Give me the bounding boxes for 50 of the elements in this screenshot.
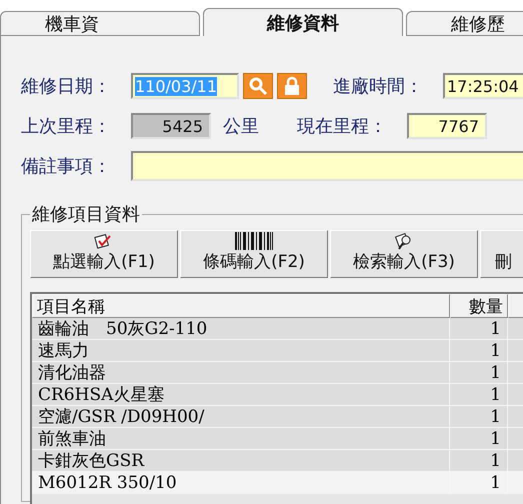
last-mileage-label: 上次里程：	[21, 115, 112, 138]
item-name-cell: M6012R 350/10	[32, 472, 450, 493]
quantity-cell: 1	[450, 318, 508, 339]
entry-time-label: 進廠時間：	[333, 75, 424, 98]
table-row[interactable]: 清化油器 1	[32, 362, 523, 384]
table-row[interactable]: M6012R 350/10 1	[32, 472, 523, 494]
notes-label: 備註事項：	[21, 155, 112, 178]
current-mileage-field[interactable]: 7767	[407, 113, 487, 139]
quantity-cell: 1	[450, 428, 508, 449]
input-button[interactable]: 刪	[480, 230, 523, 278]
search-button[interactable]	[243, 73, 273, 99]
barcode-icon	[234, 232, 274, 250]
item-name-cell: 速馬力	[32, 340, 450, 361]
tab[interactable]: 機車資	[0, 11, 200, 36]
date-value: 110/03/11	[135, 76, 218, 96]
item-name-cell: 空濾/GSR /D09H00/	[32, 406, 450, 427]
table-row[interactable]: 卡鉗灰色GSR 1	[32, 450, 523, 472]
input-button[interactable]: 點選輸入(F1)	[30, 230, 178, 278]
quantity-cell: 1	[450, 472, 508, 493]
group-title: 維修項目資料	[31, 203, 141, 226]
item-name-cell: 前煞車油	[32, 428, 450, 449]
entry-time-field[interactable]: 17:25:04	[443, 73, 523, 99]
quantity-cell: 1	[450, 450, 508, 471]
notes-field[interactable]	[131, 151, 523, 181]
lock-icon	[284, 76, 300, 96]
table-row[interactable]: 空濾/GSR /D09H00/ 1	[32, 406, 523, 428]
table-row[interactable]: 齒輪油 50灰G2-110 1	[32, 318, 523, 340]
tab[interactable]: 維修歷	[406, 11, 523, 36]
tab[interactable]: 維修資料	[203, 8, 403, 36]
quantity-cell: 1	[450, 362, 508, 383]
last-mileage-field[interactable]: 5425	[131, 113, 211, 139]
mileage-unit: 公里	[223, 115, 259, 138]
input-button[interactable]: 檢索輸入(F3)	[330, 230, 478, 278]
item-name-cell: CR6HSA火星塞	[32, 384, 450, 405]
column-header: 項目名稱	[32, 294, 450, 318]
table-row[interactable]: 速馬力 1	[32, 340, 523, 362]
current-mileage-label: 現在里程：	[297, 115, 388, 138]
item-name-cell: 卡鉗灰色GSR	[32, 450, 450, 471]
quantity-cell: 1	[450, 406, 508, 427]
quantity-cell: 1	[450, 340, 508, 361]
item-name-cell: 清化油器	[32, 362, 450, 383]
column-header: 數量	[450, 294, 508, 318]
date-label: 維修日期：	[21, 75, 112, 98]
lock-button[interactable]	[277, 73, 307, 99]
table-row[interactable]: CR6HSA火星塞 1	[32, 384, 523, 406]
input-button[interactable]: 條碼輸入(F2)	[180, 230, 328, 278]
item-name-cell: 齒輪油 50灰G2-110	[32, 318, 450, 339]
table-row[interactable]: 前煞車油 1	[32, 428, 523, 450]
quantity-cell: 1	[450, 384, 508, 405]
search-icon	[248, 76, 268, 96]
